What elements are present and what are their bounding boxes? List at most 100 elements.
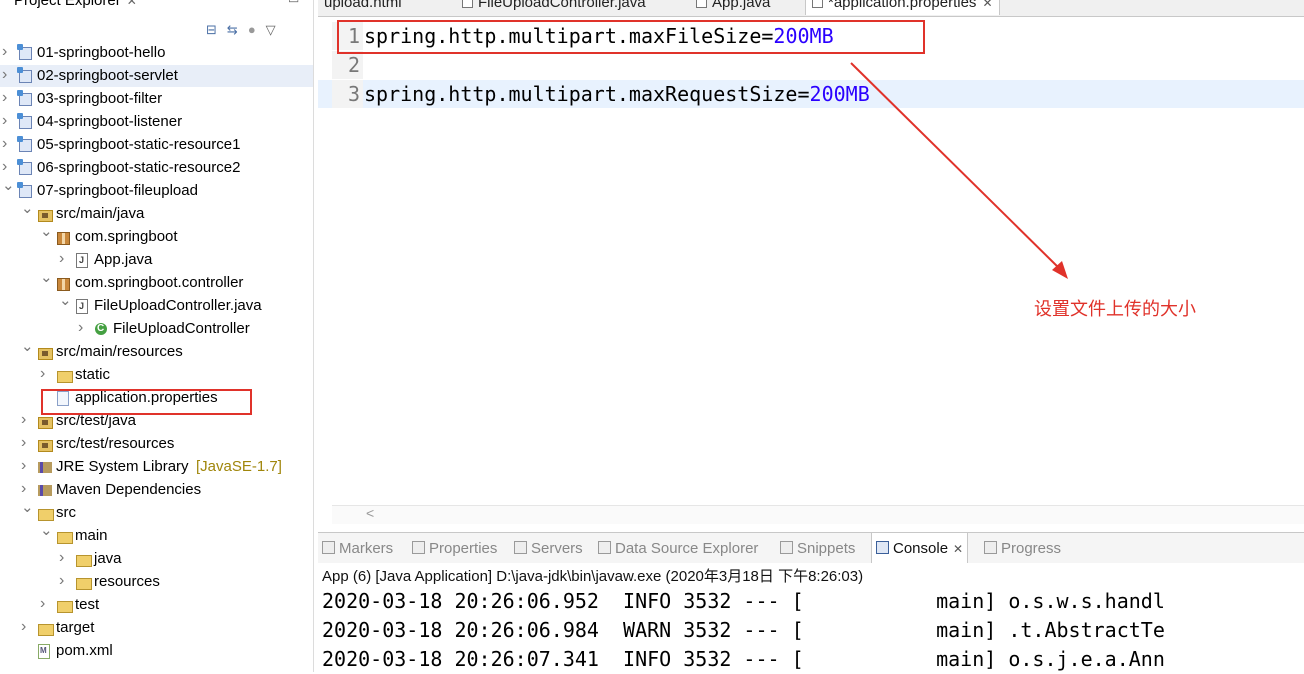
tree-item-label: java (94, 550, 122, 567)
tree-item[interactable]: ⌄ FileUploadController.java (0, 292, 313, 317)
project-explorer-tab[interactable]: Project Explorer ✕ (14, 0, 137, 9)
tab-console[interactable]: Console ✕ (871, 533, 969, 563)
tree-item-label: resources (94, 573, 160, 590)
close-icon[interactable]: ✕ (982, 0, 992, 10)
tree-item[interactable]: › FileUploadController (0, 318, 313, 340)
chevron-right-icon[interactable]: › (59, 570, 71, 592)
chevron-down-icon[interactable]: ⌄ (21, 336, 34, 358)
console-icon (876, 541, 889, 554)
tree-item[interactable]: › test (0, 594, 313, 616)
tree-item[interactable]: › Maven Dependencies (0, 479, 313, 501)
tree-item[interactable]: ⌄ com.springboot.controller (0, 269, 313, 294)
xml-file-icon (38, 640, 50, 662)
tab-progress[interactable]: Progress (984, 540, 1061, 557)
chevron-right-icon[interactable]: › (59, 547, 71, 569)
chevron-down-icon[interactable]: ⌄ (40, 221, 53, 243)
chevron-right-icon[interactable]: › (2, 41, 14, 63)
chevron-right-icon[interactable]: › (21, 409, 33, 431)
tree-item-label: static (75, 366, 111, 383)
annotation-text: 设置文件上传的大小 (1034, 299, 1196, 320)
tab-label: Data Source Explorer (615, 540, 759, 557)
tree-item-label: pom.xml (56, 642, 113, 659)
folder-icon (76, 555, 92, 567)
source-folder-icon (38, 440, 53, 452)
chevron-right-icon[interactable]: › (78, 317, 90, 339)
chevron-right-icon[interactable]: › (2, 87, 14, 109)
tree-item[interactable]: pom.xml (0, 640, 313, 662)
tree-item[interactable]: ⌄ 07-springboot-fileupload (0, 177, 313, 202)
tree-item[interactable]: › JRE System Library [JavaSE-1.7] (0, 456, 313, 478)
library-icon (38, 462, 52, 473)
tree-item[interactable]: › 01-springboot-hello (0, 42, 313, 64)
servers-icon (514, 541, 527, 554)
tab-markers[interactable]: Markers (322, 540, 393, 557)
tab-application-properties[interactable]: *application.properties ✕ (805, 0, 1000, 15)
chevron-right-icon[interactable]: › (2, 133, 14, 155)
project-icon (17, 67, 32, 83)
tab-label: Servers (531, 540, 583, 557)
collapse-all-icon[interactable]: ⊟ (206, 22, 217, 37)
tree-item[interactable]: ⌄ main (0, 522, 313, 547)
tree-item[interactable]: › static (0, 364, 313, 386)
chevron-down-icon[interactable]: ⌄ (21, 497, 34, 519)
tree-item[interactable]: › target (0, 617, 313, 639)
tree-item[interactable]: › 02-springboot-servlet (0, 65, 313, 87)
tree-item-label: src (56, 504, 76, 521)
tab-label: Properties (429, 540, 498, 557)
tab-data-source-explorer[interactable]: Data Source Explorer (598, 540, 758, 557)
tree-item[interactable]: › src/test/resources (0, 433, 313, 455)
chevron-down-icon[interactable]: ⌄ (40, 520, 53, 542)
horizontal-scrollbar[interactable]: < (332, 505, 1304, 524)
tree-item[interactable]: ⌄ src/main/resources (0, 338, 313, 363)
tree-item[interactable]: ⌄ com.springboot (0, 223, 313, 248)
java-file-icon (696, 0, 707, 8)
chevron-down-icon[interactable]: ⌄ (40, 267, 53, 289)
chevron-right-icon[interactable]: › (21, 432, 33, 454)
close-icon[interactable]: ✕ (127, 0, 137, 8)
tree-item[interactable]: › 05-springboot-static-resource1 (0, 134, 313, 156)
chevron-down-icon[interactable]: ⌄ (21, 198, 34, 220)
tree-item[interactable]: › 06-springboot-static-resource2 (0, 157, 313, 179)
tree-item-label: FileUploadController (113, 320, 250, 337)
chevron-down-icon[interactable]: ⌄ (59, 290, 72, 312)
chevron-right-icon[interactable]: › (40, 363, 52, 385)
project-explorer-toolbar: ⊟ ⇆ ● ▽ (206, 22, 286, 38)
markers-icon (322, 541, 335, 554)
tab-label: FileUploadController.java (478, 0, 646, 11)
tab-fileuploadcontroller-java[interactable]: FileUploadController.java (462, 0, 646, 15)
chevron-down-icon[interactable]: ⌄ (2, 175, 15, 197)
chevron-right-icon[interactable]: › (2, 64, 14, 86)
line-number: 3 (332, 80, 363, 108)
tree-item-label: com.springboot.controller (75, 274, 244, 291)
chevron-right-icon[interactable]: › (2, 110, 14, 132)
chevron-right-icon[interactable]: › (21, 455, 33, 477)
tab-properties[interactable]: Properties (412, 540, 497, 557)
focus-icon[interactable]: ● (248, 22, 256, 37)
tab-upload-html[interactable]: upload.html (324, 0, 402, 15)
tree-item[interactable]: › 03-springboot-filter (0, 88, 313, 110)
tree-item[interactable]: › java (0, 548, 313, 570)
chevron-right-icon[interactable]: › (59, 248, 71, 270)
line-number: 2 (332, 51, 363, 79)
tab-app-java[interactable]: App.java (696, 0, 770, 15)
scroll-left-icon[interactable]: < (366, 505, 374, 521)
close-icon[interactable]: ✕ (953, 542, 963, 556)
minimize-icon[interactable]: ▭ (288, 0, 299, 6)
tree-item-label: 06-springboot-static-resource2 (37, 159, 241, 176)
chevron-right-icon[interactable]: › (21, 616, 33, 638)
tree-item-label: test (75, 596, 100, 613)
tree-item[interactable]: › resources (0, 571, 313, 593)
tree-item-label: App.java (94, 251, 153, 268)
library-icon (38, 485, 52, 496)
tree-item-label: 04-springboot-listener (37, 113, 183, 130)
link-editor-icon[interactable]: ⇆ (227, 22, 238, 37)
tab-snippets[interactable]: Snippets (780, 540, 855, 557)
project-icon (17, 90, 32, 106)
tree-item[interactable]: › 04-springboot-listener (0, 111, 313, 133)
properties-icon (412, 541, 425, 554)
chevron-right-icon[interactable]: › (40, 593, 52, 615)
tab-label: Markers (339, 540, 394, 557)
editor-area: upload.html FileUploadController.java Ap… (318, 0, 1304, 528)
tab-servers[interactable]: Servers (514, 540, 583, 557)
view-menu-icon[interactable]: ▽ (266, 22, 276, 37)
